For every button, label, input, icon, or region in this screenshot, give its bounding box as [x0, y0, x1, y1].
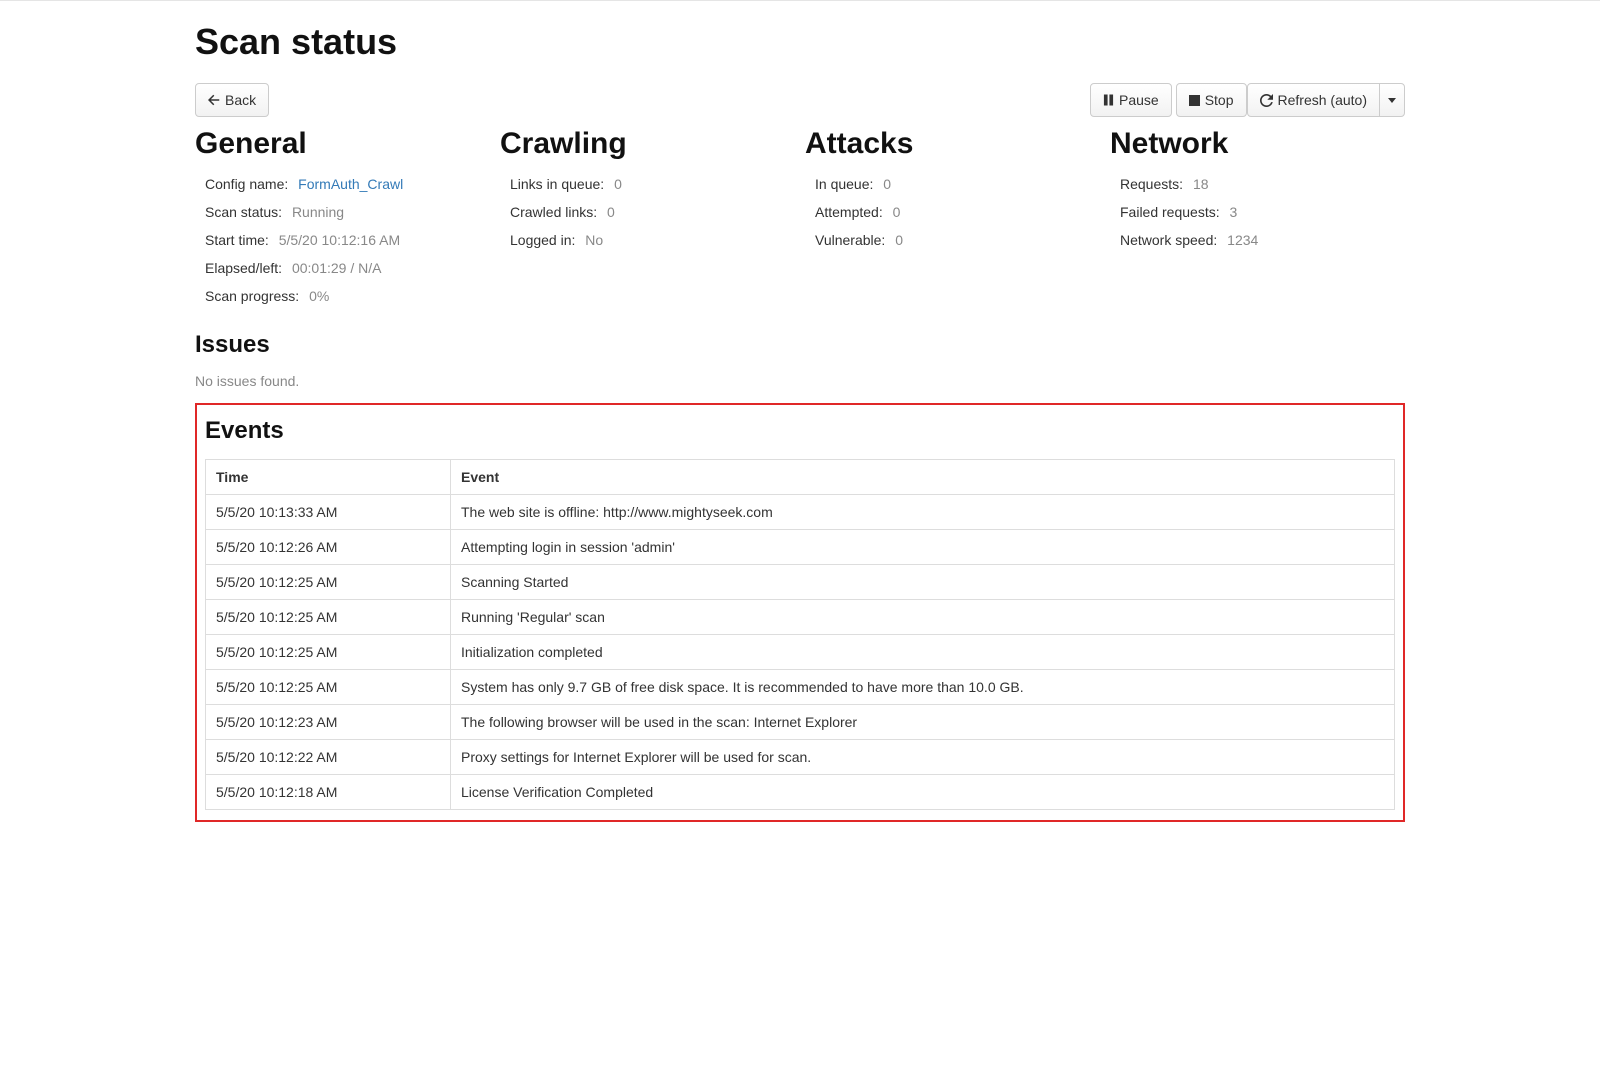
no-issues-text: No issues found. [195, 373, 1405, 389]
table-row: 5/5/20 10:12:25 AMInitialization complet… [206, 635, 1395, 670]
start-time-label: Start time: [205, 232, 269, 248]
network-requests-value: 18 [1193, 176, 1209, 192]
table-row: 5/5/20 10:12:25 AMScanning Started [206, 565, 1395, 600]
event-text: Initialization completed [451, 635, 1395, 670]
elapsed-left-value: 00:01:29 / N/A [292, 260, 382, 276]
scan-status-label: Scan status: [205, 204, 282, 220]
action-bar: Back Pause Stop Refr [195, 83, 1405, 117]
pause-button[interactable]: Pause [1090, 83, 1172, 117]
attacks-attempted-label: Attempted: [815, 204, 883, 220]
event-time: 5/5/20 10:12:25 AM [206, 565, 451, 600]
links-in-queue-label: Links in queue: [510, 176, 604, 192]
page-title: Scan status [195, 21, 1405, 63]
stop-button[interactable]: Stop [1176, 83, 1247, 117]
event-time: 5/5/20 10:12:22 AM [206, 740, 451, 775]
crawled-links-value: 0 [607, 204, 615, 220]
attacks-in-queue-label: In queue: [815, 176, 873, 192]
table-row: 5/5/20 10:12:25 AMRunning 'Regular' scan [206, 600, 1395, 635]
event-text: Running 'Regular' scan [451, 600, 1395, 635]
elapsed-left-label: Elapsed/left: [205, 260, 282, 276]
scan-progress-label: Scan progress: [205, 288, 299, 304]
event-text: Scanning Started [451, 565, 1395, 600]
config-name-link[interactable]: FormAuth_Crawl [298, 176, 403, 192]
table-row: 5/5/20 10:12:22 AMProxy settings for Int… [206, 740, 1395, 775]
network-heading: Network [1110, 127, 1405, 161]
events-col-event: Event [451, 460, 1395, 495]
event-text: The web site is offline: http://www.migh… [451, 495, 1395, 530]
table-row: 5/5/20 10:13:33 AMThe web site is offlin… [206, 495, 1395, 530]
pause-button-label: Pause [1119, 90, 1159, 110]
network-failed-requests-label: Failed requests: [1120, 204, 1220, 220]
events-section: Events Time Event 5/5/20 10:13:33 AMThe … [195, 403, 1405, 822]
event-time: 5/5/20 10:12:23 AM [206, 705, 451, 740]
chevron-down-icon [1388, 98, 1396, 103]
event-time: 5/5/20 10:12:25 AM [206, 600, 451, 635]
event-text: Attempting login in session 'admin' [451, 530, 1395, 565]
logged-in-label: Logged in: [510, 232, 575, 248]
event-text: Proxy settings for Internet Explorer wil… [451, 740, 1395, 775]
scan-status-value: Running [292, 204, 344, 220]
table-row: 5/5/20 10:12:26 AMAttempting login in se… [206, 530, 1395, 565]
scan-progress-value: 0% [309, 288, 329, 304]
table-row: 5/5/20 10:12:25 AMSystem has only 9.7 GB… [206, 670, 1395, 705]
crawling-section: Crawling Links in queue: 0 Crawled links… [500, 127, 795, 316]
refresh-button-label: Refresh (auto) [1278, 90, 1367, 110]
network-section: Network Requests: 18 Failed requests: 3 … [1110, 127, 1405, 316]
refresh-icon [1260, 94, 1273, 107]
attacks-vulnerable-label: Vulnerable: [815, 232, 885, 248]
table-row: 5/5/20 10:12:18 AMLicense Verification C… [206, 775, 1395, 810]
events-col-time: Time [206, 460, 451, 495]
pause-icon [1103, 94, 1114, 106]
event-time: 5/5/20 10:12:26 AM [206, 530, 451, 565]
event-text: System has only 9.7 GB of free disk spac… [451, 670, 1395, 705]
config-name-label: Config name: [205, 176, 288, 192]
general-section: General Config name: FormAuth_Crawl Scan… [195, 127, 490, 316]
general-heading: General [195, 127, 490, 161]
attacks-heading: Attacks [805, 127, 1100, 161]
logged-in-value: No [585, 232, 603, 248]
network-requests-label: Requests: [1120, 176, 1183, 192]
start-time-value: 5/5/20 10:12:16 AM [279, 232, 400, 248]
attacks-section: Attacks In queue: 0 Attempted: 0 Vulnera… [805, 127, 1100, 316]
attacks-vulnerable-value: 0 [895, 232, 903, 248]
event-text: License Verification Completed [451, 775, 1395, 810]
event-time: 5/5/20 10:12:25 AM [206, 670, 451, 705]
arrow-left-icon [208, 94, 220, 106]
network-failed-requests-value: 3 [1230, 204, 1238, 220]
event-time: 5/5/20 10:13:33 AM [206, 495, 451, 530]
stop-button-label: Stop [1205, 90, 1234, 110]
attacks-attempted-value: 0 [893, 204, 901, 220]
event-time: 5/5/20 10:12:18 AM [206, 775, 451, 810]
issues-heading: Issues [195, 331, 1405, 359]
events-table: Time Event 5/5/20 10:13:33 AMThe web sit… [205, 459, 1395, 810]
refresh-button[interactable]: Refresh (auto) [1247, 83, 1380, 117]
back-button-label: Back [225, 90, 256, 110]
event-time: 5/5/20 10:12:25 AM [206, 635, 451, 670]
attacks-in-queue-value: 0 [883, 176, 891, 192]
event-text: The following browser will be used in th… [451, 705, 1395, 740]
links-in-queue-value: 0 [614, 176, 622, 192]
network-speed-value: 1234 [1227, 232, 1258, 248]
back-button[interactable]: Back [195, 83, 269, 117]
crawling-heading: Crawling [500, 127, 795, 161]
crawled-links-label: Crawled links: [510, 204, 597, 220]
table-row: 5/5/20 10:12:23 AMThe following browser … [206, 705, 1395, 740]
network-speed-label: Network speed: [1120, 232, 1217, 248]
stop-icon [1189, 95, 1200, 106]
refresh-dropdown-toggle[interactable] [1379, 83, 1405, 117]
events-heading: Events [205, 417, 1395, 445]
